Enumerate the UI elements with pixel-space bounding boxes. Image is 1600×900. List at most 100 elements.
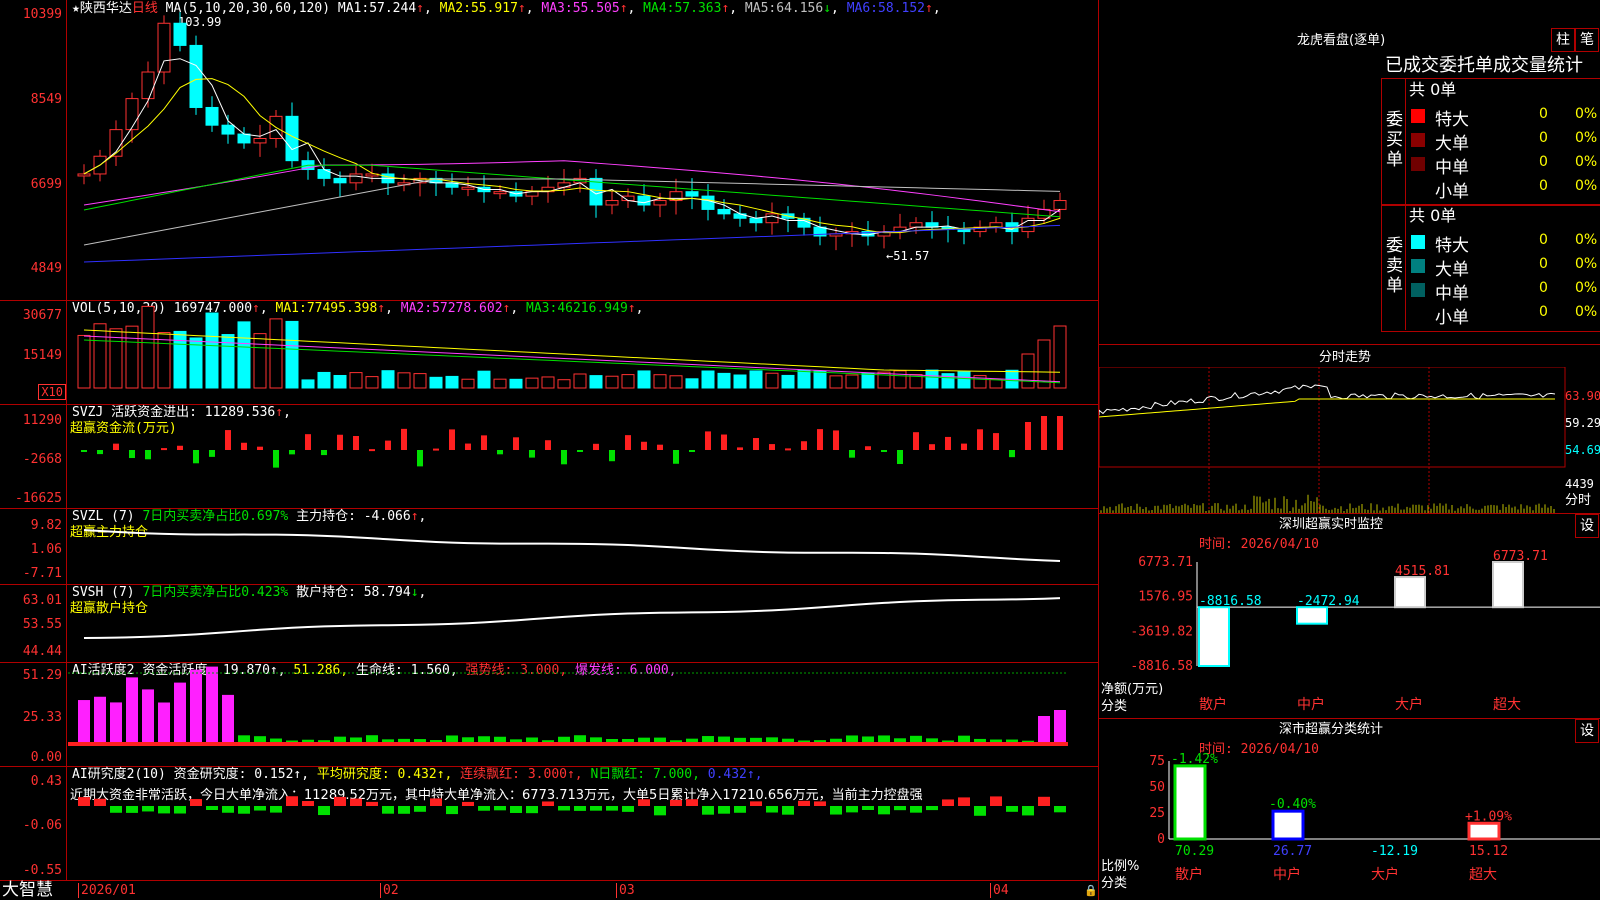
svzj-bar [321, 450, 327, 456]
order-color-swatch [1411, 181, 1425, 195]
price-panel[interactable]: ★陕西华达日线 MA(5,10,20,30,60,120) MA1:57.244… [0, 0, 1098, 301]
svzj-bar [417, 450, 423, 467]
order-size-label: 特大 [1435, 236, 1469, 256]
ai-research-panel[interactable]: AI研究度2(10) 资金研究度: 0.152↑, 平均研究度: 0.432↑,… [0, 766, 1098, 881]
volume-bar [925, 369, 939, 389]
ai-active-panel[interactable]: AI活跃度2 资金活跃度: 19.870↑, 51.286, 生命线: 1.56… [0, 662, 1098, 767]
volume-bar [93, 323, 107, 389]
svzj-bar [897, 450, 903, 465]
sz-monitor-chart: 6773.71 1576.95 -3619.82 -8816.58 -8816.58 散户… [1130, 549, 1600, 713]
svzj-bar [673, 450, 679, 464]
candle-body [157, 22, 171, 73]
candle-body [333, 177, 347, 184]
candle-body [749, 217, 763, 224]
volume-bar [541, 376, 555, 389]
svzj-bar [385, 440, 391, 450]
svzj-y-axis: 11290 -2668 -16625 [0, 404, 67, 508]
ai-research-bar [910, 806, 922, 813]
ai-research-bar [430, 798, 442, 806]
sz-monitor-tick: -8816.58 [1130, 659, 1193, 674]
sz-monitor-panel[interactable]: 深圳超赢实时监控 设 时间: 2026/04/10 净额(万元) 分类 6773… [1099, 514, 1600, 719]
svzj-bar [977, 429, 983, 450]
svzl-panel[interactable]: SVZL (7) 7日内买卖净占比0.697% 主力持仓: -4.066↑, 超… [0, 508, 1098, 585]
ma-line-1 [83, 58, 1061, 236]
svzj-bar [1009, 450, 1015, 458]
svzj-bar [161, 448, 167, 451]
svzj-panel[interactable]: SVZJ 活跃资金进出: 11289.536↑, 超赢资金流(万元) 11290… [0, 404, 1098, 509]
svzj-bar [753, 438, 759, 450]
svsh-tick: 53.55 [22, 617, 62, 632]
sz-category-value-label: 70.29 [1175, 844, 1214, 859]
intraday-panel[interactable]: 分时走势 63.90 59.29 54.69 4439 分时 [1099, 345, 1600, 514]
sz-monitor-tick: -3619.82 [1130, 624, 1193, 639]
ai-active-tick: 25.33 [22, 710, 62, 725]
volume-bar [1053, 325, 1067, 389]
svzj-bar [593, 443, 599, 450]
order-row: 小单 0 0% [1409, 302, 1599, 328]
order-color-swatch [1411, 307, 1425, 321]
volume-bar [237, 321, 251, 389]
volume-bar [317, 371, 331, 389]
svzj-bar [289, 450, 295, 455]
svzj-bar [177, 445, 183, 450]
vol-tick: 30677 [22, 308, 62, 323]
sz-category-panel[interactable]: 深市超赢分类统计 设 时间: 2026/04/10 比例% 分类 75 50 25 0… [1099, 719, 1600, 900]
order-color-swatch [1411, 283, 1425, 297]
order-row: 大单 0 0% [1409, 128, 1599, 154]
ai-research-bar [702, 806, 714, 815]
ai-research-bar [254, 806, 266, 811]
ai-research-bar [574, 806, 586, 811]
ai-active-bar [174, 682, 186, 744]
svzj-bar [241, 442, 247, 450]
vol-y-axis: 30677 15149 X10 [0, 300, 67, 404]
svzj-bar [449, 429, 455, 450]
svzj-bar [353, 436, 359, 450]
order-pct: 0% [1575, 154, 1598, 170]
sz-monitor-value-label: -8816.58 [1199, 594, 1262, 609]
dragon-tiger-panel[interactable]: 龙虎看盘(逐单) 柱 笔 已成交委托单成交量统计 委买单 委卖单 共 0单 共 … [1099, 0, 1600, 345]
svzj-bar [689, 450, 695, 452]
svzj-bar [849, 450, 855, 458]
order-size-label: 小单 [1435, 182, 1469, 202]
order-count: 0 [1539, 232, 1548, 248]
svzj-tick: 11290 [22, 413, 62, 428]
volume-panel[interactable]: VOL(5,10,20) 169747.000↑, MA1:77495.398↑… [0, 300, 1098, 405]
price-tick: 8549 [30, 92, 62, 107]
ai-research-bar [654, 806, 666, 816]
pen-mode-button[interactable]: 笔 [1575, 28, 1599, 52]
volume-bar [733, 374, 747, 389]
ai-active-bars [68, 666, 1068, 746]
order-size-label: 特大 [1435, 110, 1469, 130]
svzj-bar [625, 435, 631, 450]
svzj-bar [881, 450, 887, 452]
volume-bar [509, 378, 523, 389]
ai-research-bar [238, 806, 250, 814]
order-color-swatch [1411, 259, 1425, 273]
svzj-bar [273, 450, 279, 468]
svzj-bar [369, 449, 375, 452]
svzj-bar [465, 443, 471, 450]
ai-research-bar [622, 806, 634, 812]
candle-body [637, 195, 651, 206]
ai-research-bar [174, 806, 186, 814]
candle-body [253, 137, 267, 144]
intraday-vol-label: 分时 [1565, 493, 1592, 508]
ai-research-bar [606, 806, 618, 811]
svzl-line [83, 529, 1061, 563]
order-color-swatch [1411, 235, 1425, 249]
order-size-label: 大单 [1435, 134, 1469, 154]
bar-mode-button[interactable]: 柱 [1551, 28, 1575, 52]
ai-active-bar [78, 700, 90, 744]
svsh-panel[interactable]: SVSH (7) 7日内买卖净占比0.423% 散户持仓: 58.794↓, 超… [0, 584, 1098, 663]
lock-icon[interactable]: 🔒 [1084, 883, 1098, 898]
svzj-bar [81, 450, 87, 452]
svzj-bar [737, 447, 743, 450]
order-color-swatch [1411, 157, 1425, 171]
candle-body [125, 98, 139, 131]
ai-research-bar [142, 806, 154, 812]
dragon-tiger-tabs[interactable]: 已成交委托单成交量统计 [1385, 55, 1583, 77]
kline-chart-area[interactable]: ★陕西华达日线 MA(5,10,20,30,60,120) MA1:57.244… [0, 0, 1099, 900]
svzj-bar [113, 443, 119, 450]
order-count: 0 [1539, 256, 1548, 272]
volume-bar [573, 373, 587, 389]
